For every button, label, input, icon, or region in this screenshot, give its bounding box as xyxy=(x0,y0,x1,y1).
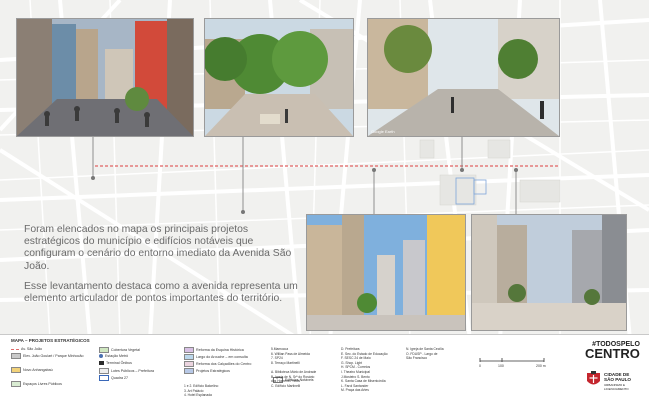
legend-item-cobertura-vegetal: Cobertura Vegetal xyxy=(99,347,140,353)
legend-item-anhangabau: Novo Anhangabaú xyxy=(11,367,53,373)
intro-text-block: Foram elencados no mapa os principais pr… xyxy=(24,224,306,313)
legend-item-projetos-estrategicos: Projetos Estratégicos xyxy=(184,368,230,374)
legend-entry: São Francisco xyxy=(406,356,428,361)
brand-department: URBANISMO E LICENCIAMENTO xyxy=(604,383,629,391)
legend-col-buildings-2: 5.Mamocca 6. Willian Pass de Almeida 7. … xyxy=(271,347,316,388)
legend-item-espacos-livres: Espaços Livres Públicos xyxy=(11,381,62,387)
scale-bar: 0 100 200 m xyxy=(478,356,548,370)
legend-entry: M. Praça das Artes xyxy=(341,388,369,393)
photo-minhocao xyxy=(16,18,194,137)
legend-item-terminal-onibus: Terminal Ônibus xyxy=(99,361,132,365)
legend-item-largo-arouche: Largo do Arouche – em consulta xyxy=(184,354,248,360)
legend-col-buildings-3: D. Prefeitura E. Sec. do Estado de Educa… xyxy=(341,347,388,393)
legend-item-esquina-historica: Reforma da Esquina Histórica xyxy=(184,347,244,353)
legend-item-minhocao: Elev. João Goulart / Parque Minhocão xyxy=(11,353,83,359)
bus-icon xyxy=(99,361,104,365)
legend-label: Largo do Arouche – em consulta xyxy=(196,355,248,359)
legend-label: Projetos Estratégicos xyxy=(196,369,230,373)
legend-label: Reforma dos Calçadões do Centro xyxy=(196,362,252,366)
legend-col-buildings-4: N. Igreja de Santa Cecília O. FDUSP - La… xyxy=(406,347,444,361)
photo-vale-anhangabau xyxy=(306,214,466,331)
photo-praca-ramos xyxy=(471,214,627,331)
legend-label: Quadra 27 xyxy=(111,376,128,380)
legend-entry: 1 e 2. Edifício Balcelino xyxy=(184,384,219,388)
scale-label-100: 100 xyxy=(498,364,504,368)
legend-item-estacao-metro: Estação Metrô xyxy=(99,354,128,358)
legend-label: Elev. João Goulart / Parque Minhocão xyxy=(23,354,84,358)
legend-entry: A. Biblioteca Mário de Andrade xyxy=(271,369,317,374)
legend-label: Lotes Públicos – Prefeitura xyxy=(111,369,154,373)
scale-label-0: 0 xyxy=(479,364,481,368)
metro-icon xyxy=(99,354,103,358)
legend-item-quadra-27: Quadra 27 xyxy=(99,375,128,381)
legend-label: Terminal Ônibus xyxy=(106,361,132,365)
map-legend: MAPA – PROJETOS ESTRATÉGICOS Av. São Joã… xyxy=(0,334,649,407)
legend-item-lotes-publicos: Lotes Públicos – Prefeitura xyxy=(99,368,154,374)
legend-entry: N. Igreja de Santa Cecília xyxy=(406,347,444,351)
photo-credit: Google Earth xyxy=(371,129,395,134)
photo-bulevar xyxy=(204,18,354,137)
legend-title: MAPA – PROJETOS ESTRATÉGICOS xyxy=(11,338,90,343)
brand-word: CENTRO xyxy=(585,346,640,361)
legend-label: Estação Metrô xyxy=(105,354,129,358)
legend-label: Cobertura Vegetal xyxy=(111,348,140,352)
brand-city-line2: SÃO PAULO xyxy=(604,377,631,382)
legend-item-calcadoes: Reforma dos Calçadões do Centro xyxy=(184,361,251,367)
scale-bar-graphic xyxy=(479,358,545,362)
photo-avenida-trees: Google Earth xyxy=(367,18,560,137)
legend-label: Novo Anhangabaú xyxy=(23,368,53,372)
legend-label: Reforma da Esquina Histórica xyxy=(196,348,244,352)
intro-paragraph-2: Esse levantamento destaca como a avenida… xyxy=(24,280,298,305)
intro-paragraph-1: Foram elencados no mapa os principais pr… xyxy=(24,224,292,272)
scale-label-200: 200 m xyxy=(536,364,546,368)
city-crest-icon xyxy=(587,371,600,385)
legend-label: Av. São João xyxy=(21,347,43,351)
legend-label: Espaços Livres Públicos xyxy=(23,382,62,386)
prefeitura-sp-logo: CIDADE DE SÃO PAULO URBANISMO E LICENCIA… xyxy=(586,370,644,394)
legend-entry: 4. Hotel Esplanada xyxy=(184,393,212,398)
todos-pelo-centro-logo: #TODOSPELO CENTRO xyxy=(585,341,640,360)
legend-col-buildings-1: 1 e 2. Edifício Balcelino 3. Art Palácio… xyxy=(184,384,218,398)
legend-item-av-sao-joao: Av. São João xyxy=(11,347,42,351)
legend-entry: C. Edifício Martinelli xyxy=(271,383,301,388)
